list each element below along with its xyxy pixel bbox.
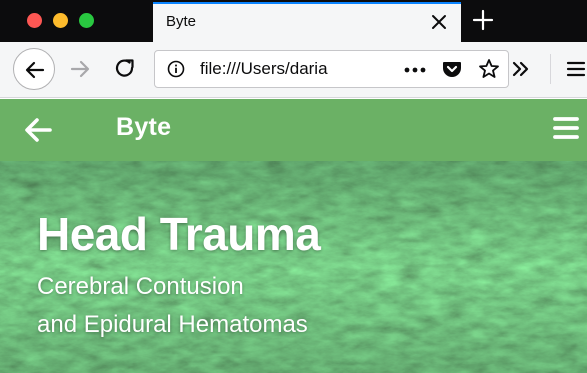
hero-subtitle-line-1: Cerebral Contusion [37, 273, 244, 300]
ellipsis-icon[interactable] [403, 66, 427, 74]
hamburger-icon[interactable] [566, 59, 586, 79]
tab-byte[interactable]: Byte [153, 2, 461, 42]
chevron-double-right-icon[interactable] [511, 59, 531, 79]
back-button[interactable] [13, 48, 55, 90]
url-bar[interactable]: file:///Users/daria [154, 50, 509, 88]
new-tab-button[interactable] [471, 8, 495, 32]
star-icon[interactable] [478, 58, 500, 80]
navigation-toolbar: file:///Users/daria [0, 42, 587, 98]
window-minimize-button[interactable] [53, 13, 68, 28]
hero-background-image [0, 161, 587, 373]
pocket-icon[interactable] [441, 58, 463, 80]
app-header: Byte [0, 99, 587, 161]
hamburger-icon[interactable] [553, 115, 579, 141]
window-zoom-button[interactable] [79, 13, 94, 28]
url-fade [350, 53, 400, 85]
hero-title: Head Trauma [37, 208, 321, 260]
forward-button[interactable] [68, 57, 92, 81]
app-title: Byte [116, 113, 172, 141]
tab-title: Byte [166, 13, 197, 30]
info-icon[interactable] [167, 60, 185, 78]
hero-subtitle-line-2: and Epidural Hematomas [37, 311, 308, 338]
hero-banner: Head Trauma Cerebral Contusion and Epidu… [0, 161, 587, 373]
tab-strip: Byte [0, 0, 587, 42]
arrow-left-icon [25, 61, 45, 79]
reload-button[interactable] [113, 57, 137, 81]
close-icon[interactable] [431, 14, 447, 30]
browser-window: Byte file:///Users/daria Byte Head Traum… [0, 0, 587, 373]
arrow-left-icon[interactable] [23, 116, 53, 144]
toolbar-divider [550, 54, 551, 84]
window-close-button[interactable] [27, 13, 42, 28]
